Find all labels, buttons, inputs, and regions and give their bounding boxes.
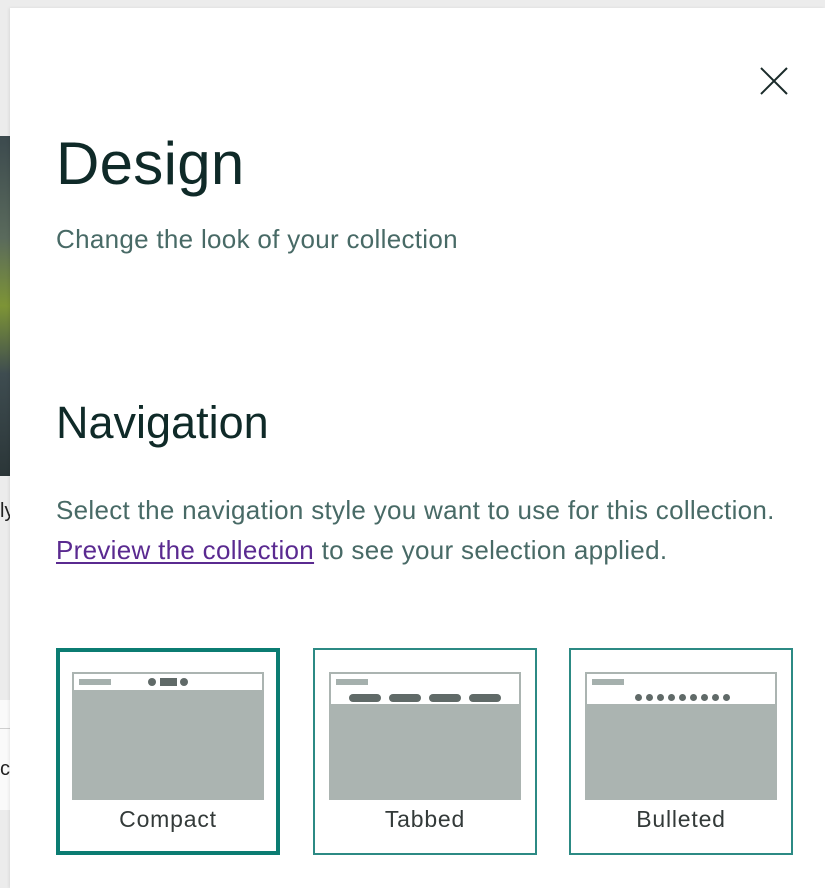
bulleted-thumbnail — [585, 672, 777, 800]
nav-option-compact[interactable]: Compact — [56, 648, 280, 855]
thumbnail-logo — [79, 679, 111, 685]
nav-option-bulleted[interactable]: Bulleted — [569, 648, 793, 855]
thumbnail-header — [329, 672, 521, 706]
compact-thumbnail — [72, 672, 264, 800]
page-title: Design — [56, 130, 245, 197]
thumbnail-header — [72, 672, 264, 692]
thumbnail-bullet — [712, 694, 719, 701]
thumbnail-active-bar — [160, 678, 177, 686]
thumbnail-tab — [429, 694, 461, 702]
thumbnail-dot — [148, 678, 156, 686]
thumbnail-tab — [349, 694, 381, 702]
navigation-description-text: Select the navigation style you want to … — [56, 495, 775, 525]
tabbed-thumbnail — [329, 672, 521, 800]
option-label: Tabbed — [384, 806, 466, 832]
thumbnail-bullet — [668, 694, 675, 701]
thumbnail-bullet — [723, 694, 730, 701]
close-button[interactable] — [758, 65, 790, 97]
thumbnail-tab — [469, 694, 501, 702]
thumbnail-logo — [336, 679, 368, 685]
background-card — [0, 700, 10, 810]
thumbnail-bullet — [646, 694, 653, 701]
thumbnail-bullet — [635, 694, 642, 701]
thumbnail-bullet — [701, 694, 708, 701]
navigation-heading: Navigation — [56, 397, 269, 448]
thumbnail-bullet — [657, 694, 664, 701]
thumbnail-bullet — [690, 694, 697, 701]
thumbnail-bullet — [679, 694, 686, 701]
option-label: Bulleted — [636, 806, 726, 832]
thumbnail-header — [585, 672, 777, 706]
nav-option-tabbed[interactable]: Tabbed — [313, 648, 537, 855]
navigation-description-text: to see your selection applied. — [314, 535, 668, 565]
thumbnail-logo — [592, 679, 624, 685]
navigation-description: Select the navigation style you want to … — [56, 490, 786, 570]
option-label: Compact — [119, 806, 217, 832]
design-panel: Design Change the look of your collectio… — [10, 8, 825, 888]
preview-collection-link[interactable]: Preview the collection — [56, 535, 314, 565]
background-text: c — [0, 758, 10, 780]
close-icon — [760, 67, 788, 95]
page-subtitle: Change the look of your collection — [56, 224, 458, 254]
thumbnail-tab — [389, 694, 421, 702]
thumbnail-dot — [180, 678, 188, 686]
